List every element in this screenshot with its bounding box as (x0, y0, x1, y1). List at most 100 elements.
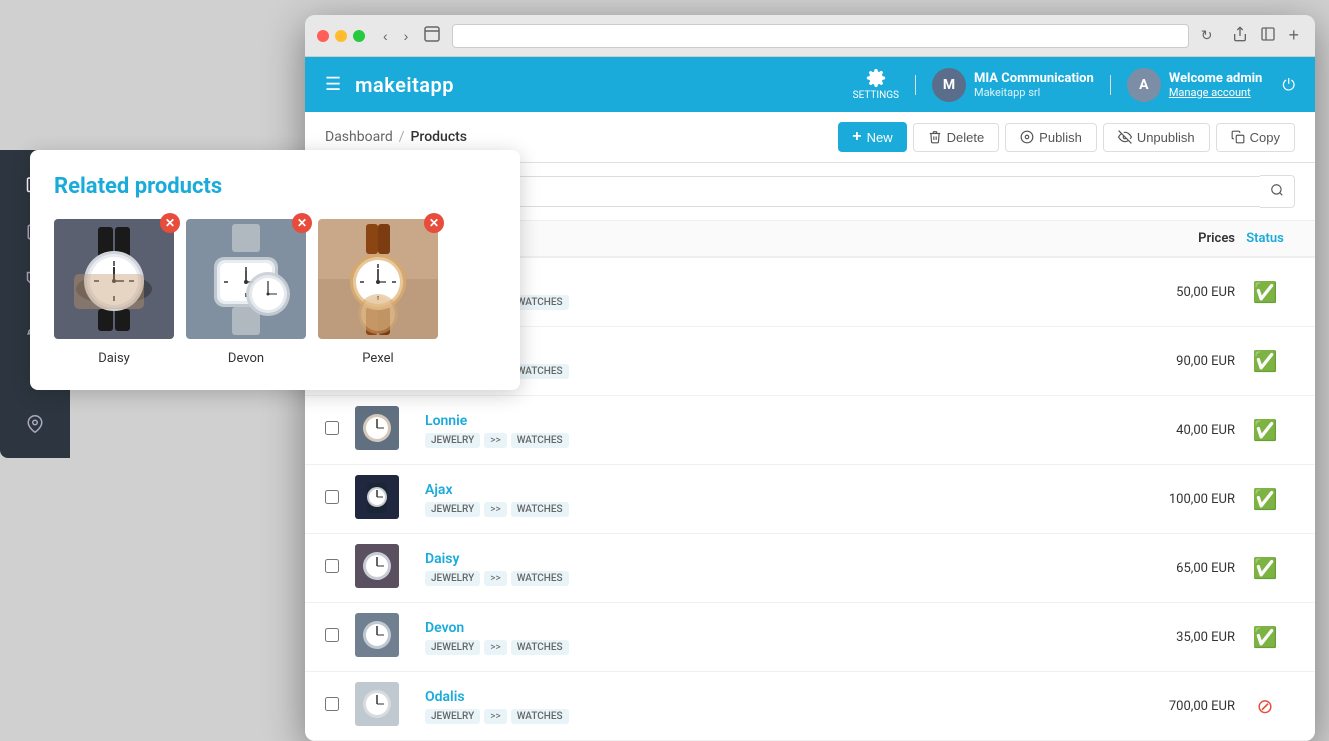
product-name-4[interactable]: Daisy (425, 551, 1105, 567)
row-name-5: Devon JEWELRY >> WATCHES (415, 620, 1105, 655)
tag-jewelry-6: JEWELRY (425, 709, 480, 724)
remove-daisy-button[interactable]: ✕ (160, 213, 180, 233)
nav-admin: A Welcome admin Manage account (1127, 68, 1263, 102)
delete-button[interactable]: Delete (913, 123, 1000, 152)
add-button[interactable]: + (1284, 23, 1303, 48)
traffic-light-green[interactable] (353, 30, 365, 42)
refresh-button[interactable]: ↻ (1197, 25, 1217, 46)
product-name-1[interactable]: Lane (425, 344, 1105, 360)
publish-button[interactable]: Publish (1005, 123, 1097, 152)
traffic-light-red[interactable] (317, 30, 329, 42)
tag-arrow-3: >> (484, 502, 506, 517)
tag-watches-5: WATCHES (511, 640, 569, 655)
breadcrumb-products: Products (411, 129, 468, 145)
tag-arrow-4: >> (484, 571, 506, 586)
row-name-6: Odalis JEWELRY >> WATCHES (415, 689, 1105, 724)
row-price-6: 700,00 EUR (1105, 699, 1235, 714)
copy-button[interactable]: Copy (1216, 123, 1295, 152)
hamburger-menu[interactable]: ☰ (325, 74, 341, 95)
breadcrumb-separator: / (399, 129, 405, 145)
company-avatar: M (932, 68, 966, 102)
power-button[interactable]: ⏻ (1282, 75, 1295, 95)
top-nav: ☰ makeitapp SETTINGS M MIA Communication… (305, 57, 1315, 112)
checkbox-3[interactable] (325, 490, 339, 504)
tab-view-button[interactable] (420, 24, 444, 47)
publish-icon (1020, 130, 1034, 144)
search-button[interactable] (1260, 175, 1295, 208)
row-name-3: Ajax JEWELRY >> WATCHES (415, 482, 1105, 517)
related-product-label-pexel: Pexel (362, 351, 393, 366)
company-name: MIA Communication (974, 71, 1094, 86)
breadcrumb-dashboard[interactable]: Dashboard (325, 129, 393, 145)
settings-label: SETTINGS (853, 90, 899, 101)
row-checkbox-5[interactable] (325, 628, 355, 646)
status-icon-4: ✅ (1253, 556, 1278, 580)
row-checkbox-2[interactable] (325, 421, 355, 439)
admin-name: Welcome admin (1169, 71, 1263, 86)
row-status-3: ✅ (1235, 487, 1295, 511)
row-status-0: ✅ (1235, 280, 1295, 304)
nav-left: ☰ makeitapp (325, 73, 454, 97)
product-name-0[interactable]: Montana (425, 275, 1105, 291)
product-name-6[interactable]: Odalis (425, 689, 1105, 705)
checkbox-4[interactable] (325, 559, 339, 573)
status-icon-5: ✅ (1253, 625, 1278, 649)
row-price-3: 100,00 EUR (1105, 492, 1235, 507)
product-name-2[interactable]: Lonnie (425, 413, 1105, 429)
status-icon-6: ⊘ (1257, 694, 1274, 718)
unpublish-icon (1118, 130, 1132, 144)
checkbox-2[interactable] (325, 421, 339, 435)
tag-jewelry-5: JEWELRY (425, 640, 480, 655)
admin-info: Welcome admin Manage account (1169, 71, 1263, 99)
manage-account-link[interactable]: Manage account (1169, 86, 1263, 99)
tag-jewelry-3: JEWELRY (425, 502, 480, 517)
unpublish-button[interactable]: Unpublish (1103, 123, 1210, 152)
traffic-light-yellow[interactable] (335, 30, 347, 42)
table-row: Lonnie JEWELRY >> WATCHES 40,00 EUR ✅ (305, 396, 1315, 465)
row-price-5: 35,00 EUR (1105, 630, 1235, 645)
product-name-5[interactable]: Devon (425, 620, 1105, 636)
remove-pexel-button[interactable]: ✕ (424, 213, 444, 233)
related-product-devon: ✕ (186, 219, 306, 366)
forward-button[interactable]: › (400, 26, 413, 46)
row-checkbox-3[interactable] (325, 490, 355, 508)
new-button[interactable]: + New (838, 122, 906, 152)
search-icon (1270, 183, 1284, 197)
breadcrumb: Dashboard / Products (325, 129, 467, 145)
table-row: Odalis JEWELRY >> WATCHES 700,00 EUR ⊘ (305, 672, 1315, 741)
nav-divider-1 (915, 75, 916, 95)
checkbox-6[interactable] (325, 697, 339, 711)
admin-avatar: A (1127, 68, 1161, 102)
address-bar[interactable] (452, 24, 1188, 48)
unpublish-label: Unpublish (1137, 130, 1195, 145)
nav-company: M MIA Communication Makeitapp srl (932, 68, 1094, 102)
related-product-daisy: ✕ (54, 219, 174, 366)
new-tab-button[interactable] (1256, 23, 1280, 48)
row-checkbox-4[interactable] (325, 559, 355, 577)
company-sub: Makeitapp srl (974, 86, 1094, 99)
status-icon-2: ✅ (1253, 418, 1278, 442)
product-tags-1: JEWELRY >> WATCHES (425, 364, 1105, 379)
row-img-5 (355, 613, 415, 661)
product-name-3[interactable]: Ajax (425, 482, 1105, 498)
related-product-label-daisy: Daisy (98, 351, 130, 366)
row-price-4: 65,00 EUR (1105, 561, 1235, 576)
nav-right: SETTINGS M MIA Communication Makeitapp s… (853, 68, 1295, 102)
tag-watches-3: WATCHES (511, 502, 569, 517)
action-buttons: + New Delete Publish Unpublish Cop (838, 122, 1295, 152)
product-tags-6: JEWELRY >> WATCHES (425, 709, 1105, 724)
row-price-2: 40,00 EUR (1105, 423, 1235, 438)
row-name-4: Daisy JEWELRY >> WATCHES (415, 551, 1105, 586)
browser-toolbar: ‹ › ↻ + (305, 15, 1315, 57)
remove-devon-button[interactable]: ✕ (292, 213, 312, 233)
row-checkbox-6[interactable] (325, 697, 355, 715)
row-img-6 (355, 682, 415, 730)
traffic-lights (317, 30, 365, 42)
share-button[interactable] (1228, 23, 1252, 48)
back-button[interactable]: ‹ (379, 26, 392, 46)
row-status-1: ✅ (1235, 349, 1295, 373)
status-icon-0: ✅ (1253, 280, 1278, 304)
checkbox-5[interactable] (325, 628, 339, 642)
sidebar-icon-location[interactable] (13, 402, 57, 446)
settings-button[interactable]: SETTINGS (853, 68, 899, 101)
